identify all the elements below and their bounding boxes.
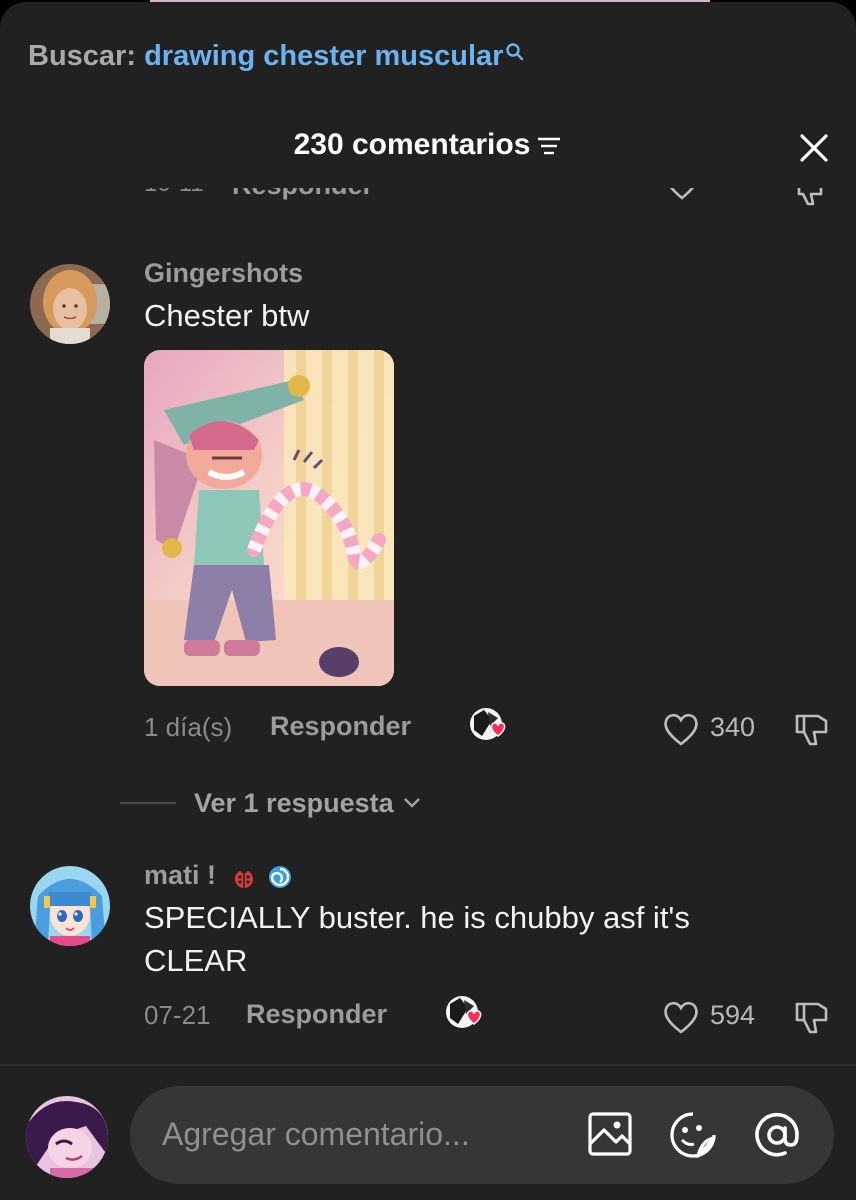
comment-username-text: mati !	[144, 860, 217, 890]
comment-text-line-2: CLEAR	[144, 943, 248, 978]
comment-input-placeholder: Agregar comentario...	[162, 1116, 470, 1152]
comment-input[interactable]: Agregar comentario...	[130, 1086, 834, 1184]
view-replies-button[interactable]: Ver 1 respuesta	[120, 786, 422, 820]
close-icon[interactable]	[794, 128, 834, 168]
comments-header: 230 comentarios	[0, 128, 856, 162]
comment-text: Chester btw	[144, 298, 310, 333]
search-icon	[506, 43, 524, 61]
current-user-avatar[interactable]	[26, 1096, 108, 1178]
comment-text-line-1: SPECIALLY buster. he is chubby asf it's	[144, 900, 690, 935]
like-count: 340	[710, 712, 756, 742]
previous-comment-actions: 10-11 Responder	[0, 188, 856, 216]
filter-icon[interactable]	[536, 135, 562, 157]
like-count: 594	[710, 1000, 756, 1030]
comments-count-title: 230 comentarios	[293, 128, 531, 161]
chevron-down-icon	[403, 798, 420, 808]
comment-date: 1 día(s)	[144, 712, 233, 742]
search-prefix: Buscar:	[28, 40, 136, 72]
reply-button[interactable]: Responder	[246, 999, 387, 1030]
creator-liked-avatar	[444, 994, 488, 1034]
view-replies-label: Ver 1 respuesta	[194, 787, 394, 818]
heart-icon[interactable]	[662, 998, 700, 1036]
emoji-icon[interactable]	[668, 1110, 718, 1160]
at-icon[interactable]	[752, 1110, 802, 1160]
previous-comment-date: 10-11	[144, 188, 204, 198]
avatar[interactable]	[30, 264, 110, 344]
reply-thread-line	[120, 802, 176, 804]
avatar[interactable]	[30, 866, 110, 946]
comment-date: 07-21	[144, 1000, 211, 1030]
comments-panel: Buscar: drawing chester muscular 230 com…	[0, 2, 856, 1200]
heart-icon[interactable]	[664, 188, 700, 202]
search-term-link[interactable]: drawing chester muscular	[144, 40, 503, 72]
comment-image[interactable]	[144, 350, 394, 686]
heart-icon[interactable]	[662, 710, 700, 748]
comment-username[interactable]: Gingershots	[144, 258, 303, 289]
search-suggestion[interactable]: Buscar: drawing chester muscular	[28, 40, 525, 73]
cyclone-icon	[269, 865, 292, 888]
comment-composer: Agregar comentario...	[0, 1064, 856, 1200]
comment-username[interactable]: mati !	[144, 860, 293, 891]
reply-button[interactable]: Responder	[270, 711, 411, 742]
image-icon[interactable]	[586, 1110, 634, 1158]
dislike-icon[interactable]	[793, 188, 829, 210]
creator-liked-avatar	[468, 706, 512, 746]
ladybug-icon	[234, 866, 253, 888]
dislike-icon[interactable]	[792, 998, 832, 1038]
dislike-icon[interactable]	[792, 710, 832, 750]
previous-reply-button[interactable]: Responder	[232, 188, 373, 201]
